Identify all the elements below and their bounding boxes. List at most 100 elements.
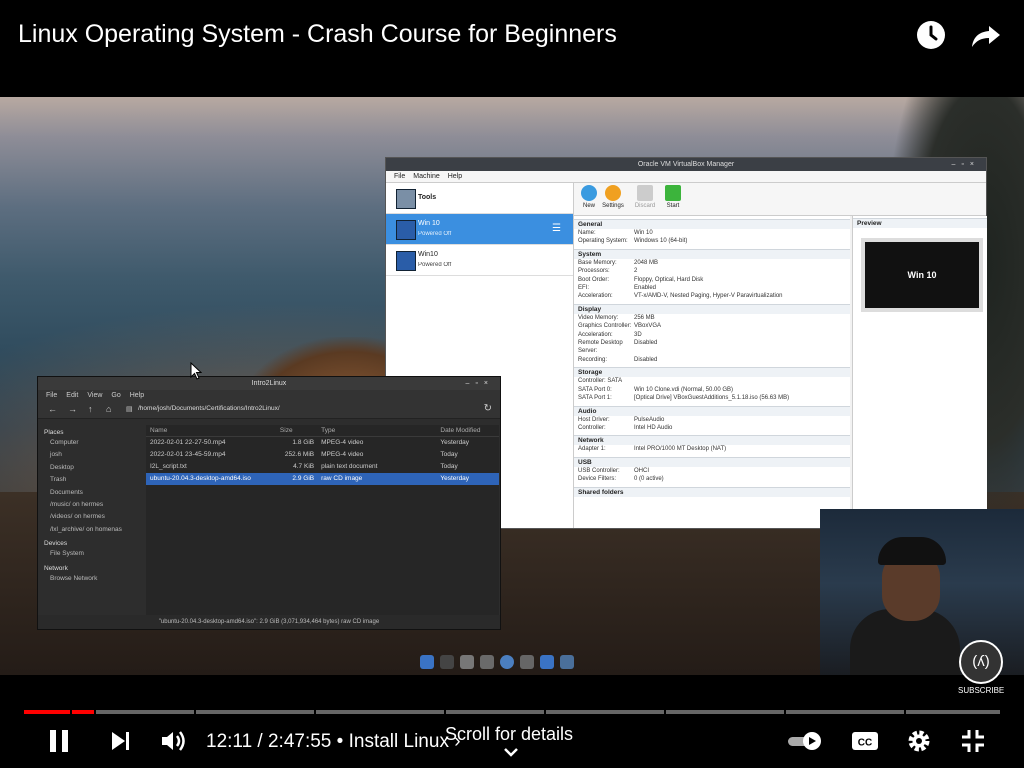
folder-icon[interactable]	[540, 655, 554, 669]
vm-name: Win10	[418, 251, 438, 258]
sidebar-item[interactable]: josh	[38, 449, 143, 461]
discard-button[interactable]: Discard	[630, 185, 660, 209]
sidebar-item[interactable]: Trash	[38, 474, 143, 486]
menu-go[interactable]: Go	[111, 390, 120, 402]
column-type[interactable]: Type	[317, 425, 436, 436]
details-section-title[interactable]: Audio	[574, 405, 850, 416]
terminal-icon[interactable]	[440, 655, 454, 669]
details-value: Disabled	[634, 356, 658, 363]
chevron-down-icon[interactable]	[502, 745, 520, 763]
home-icon[interactable]: ⌂	[106, 404, 111, 414]
details-section-title[interactable]: General	[574, 219, 850, 229]
settings-label: Settings	[602, 203, 624, 209]
sidebar-item[interactable]: Desktop	[38, 462, 143, 474]
details-key: Recording:	[578, 356, 608, 363]
file-row[interactable]: 2022-02-01 23-45-59.mp4 252.6 MiB MPEG-4 v…	[146, 449, 499, 461]
video-title[interactable]: Linux Operating System - Crash Course fo…	[18, 20, 617, 49]
window-controls-icon[interactable]: –▫×	[952, 158, 980, 171]
subscribe-badge[interactable]: (ʎ) SUBSCRIBE	[958, 640, 1004, 700]
browser-icon[interactable]	[500, 655, 514, 669]
file-type: plain text document	[321, 463, 378, 470]
menu-edit[interactable]: Edit	[66, 390, 78, 402]
progress-bar[interactable]	[24, 710, 1000, 714]
file-type: MPEG-4 video	[321, 439, 364, 446]
path-text[interactable]: /home/josh/Documents/Certifications/Intr…	[138, 405, 280, 412]
reload-icon[interactable]: ↻	[484, 403, 492, 414]
details-section-title[interactable]: Network	[574, 435, 850, 446]
start-button[interactable]: Start	[658, 185, 688, 209]
chapter-marker	[444, 710, 446, 714]
details-key: Graphics Controller:	[578, 323, 632, 330]
file-row[interactable]: ubuntu-20.04.3-desktop-amd64.iso 2.9 GiB r…	[146, 473, 499, 485]
dock-app-icon[interactable]	[420, 655, 434, 669]
tools-row[interactable]: Tools	[386, 183, 573, 214]
sidebar-item[interactable]: Documents	[38, 487, 143, 499]
details-row: Boot Order: Floppy, Optical, Hard Disk	[574, 276, 850, 284]
details-key: Acceleration:	[578, 293, 613, 300]
vm-menu-icon[interactable]: ☰	[552, 223, 561, 234]
menu-machine[interactable]: Machine	[413, 171, 439, 182]
autoplay-toggle[interactable]	[786, 726, 824, 756]
back-icon[interactable]: ←	[48, 404, 57, 414]
details-row: Host Driver: PulseAudio	[574, 416, 850, 424]
details-row: Adapter 1: Intel PRO/1000 MT Desktop (NAT…	[574, 445, 850, 453]
details-section-title[interactable]: Shared folders	[574, 486, 850, 497]
column-size[interactable]: Size	[280, 425, 317, 436]
sidebar-item[interactable]: /videos/ on hermes	[38, 511, 143, 523]
sidebar-item[interactable]: /lxl_archive/ on homenas	[38, 524, 143, 536]
exit-fullscreen-button[interactable]	[958, 726, 988, 756]
captions-button[interactable]: CC	[850, 726, 880, 756]
dock-app-icon[interactable]	[460, 655, 474, 669]
details-key: Host Driver:	[578, 416, 610, 423]
chapter-title[interactable]: Install Linux	[349, 731, 449, 752]
volume-button[interactable]	[158, 726, 188, 756]
window-controls-icon[interactable]: –▫×	[466, 377, 494, 390]
up-icon[interactable]: ↑	[88, 404, 93, 414]
settings-button[interactable]: Settings	[598, 185, 628, 209]
menu-help[interactable]: Help	[130, 390, 144, 402]
sidebar-item[interactable]: Computer	[38, 437, 143, 449]
details-row: Acceleration: 3D	[574, 331, 850, 339]
details-value: PulseAudio	[634, 416, 665, 423]
vm-details: General Name: Win 10 Operating System: Windo…	[574, 216, 850, 528]
next-button[interactable]	[106, 726, 134, 756]
sidebar-item[interactable]: File System	[38, 548, 143, 560]
share-icon[interactable]	[969, 18, 1003, 52]
details-section-title[interactable]: System	[574, 248, 850, 259]
vm-item-win10[interactable]: Win10 Powered Off	[386, 245, 573, 276]
details-key: Boot Order:	[578, 276, 610, 283]
menu-help[interactable]: Help	[448, 171, 462, 182]
forward-icon[interactable]: →	[68, 404, 77, 414]
details-section-title[interactable]: Storage	[574, 367, 850, 378]
scroll-for-details[interactable]: Scroll for details	[445, 724, 573, 745]
search-icon[interactable]	[520, 655, 534, 669]
details-section-title[interactable]: USB	[574, 456, 850, 467]
tools-label: Tools	[418, 194, 437, 201]
sidebar-item[interactable]: /music/ on hermes	[38, 499, 143, 511]
menu-view[interactable]: View	[87, 390, 102, 402]
settings-button[interactable]	[904, 726, 934, 756]
file-row[interactable]: I2L_script.txt 4.7 KiB plain text document…	[146, 461, 499, 473]
details-key: Operating System:	[578, 238, 628, 245]
location-icon[interactable]: ▤	[126, 405, 133, 413]
column-date[interactable]: Date Modified	[436, 425, 499, 436]
details-key: Controller:	[578, 424, 606, 431]
details-row: Controller: Intel HD Audio	[574, 424, 850, 432]
cc-icon: CC	[852, 732, 878, 750]
clock-icon[interactable]	[914, 18, 948, 52]
details-key: Adapter 1:	[578, 446, 606, 453]
pause-button[interactable]	[44, 726, 74, 756]
details-section-title[interactable]: Display	[574, 303, 850, 314]
column-name[interactable]: Name	[146, 425, 280, 436]
vm-item-win-10[interactable]: Win 10 Powered Off ☰	[386, 214, 573, 245]
menu-file[interactable]: File	[46, 390, 57, 402]
time-display: 12:11 / 2:47:55 • Install Linux ›	[206, 731, 461, 753]
menu-file[interactable]: File	[394, 171, 405, 182]
video-frame[interactable]: Oracle VM VirtualBox Manager –▫× File Ma…	[0, 97, 1024, 675]
sidebar-item[interactable]: Browse Network	[38, 573, 143, 585]
file-row[interactable]: 2022-02-01 22-27-50.mp4 1.8 GiB MPEG-4 vid…	[146, 437, 499, 449]
details-row: Video Memory: 256 MB	[574, 314, 850, 322]
virtualbox-icon[interactable]	[560, 655, 574, 669]
details-key: Device Filters:	[578, 476, 617, 483]
dock-app-icon[interactable]	[480, 655, 494, 669]
